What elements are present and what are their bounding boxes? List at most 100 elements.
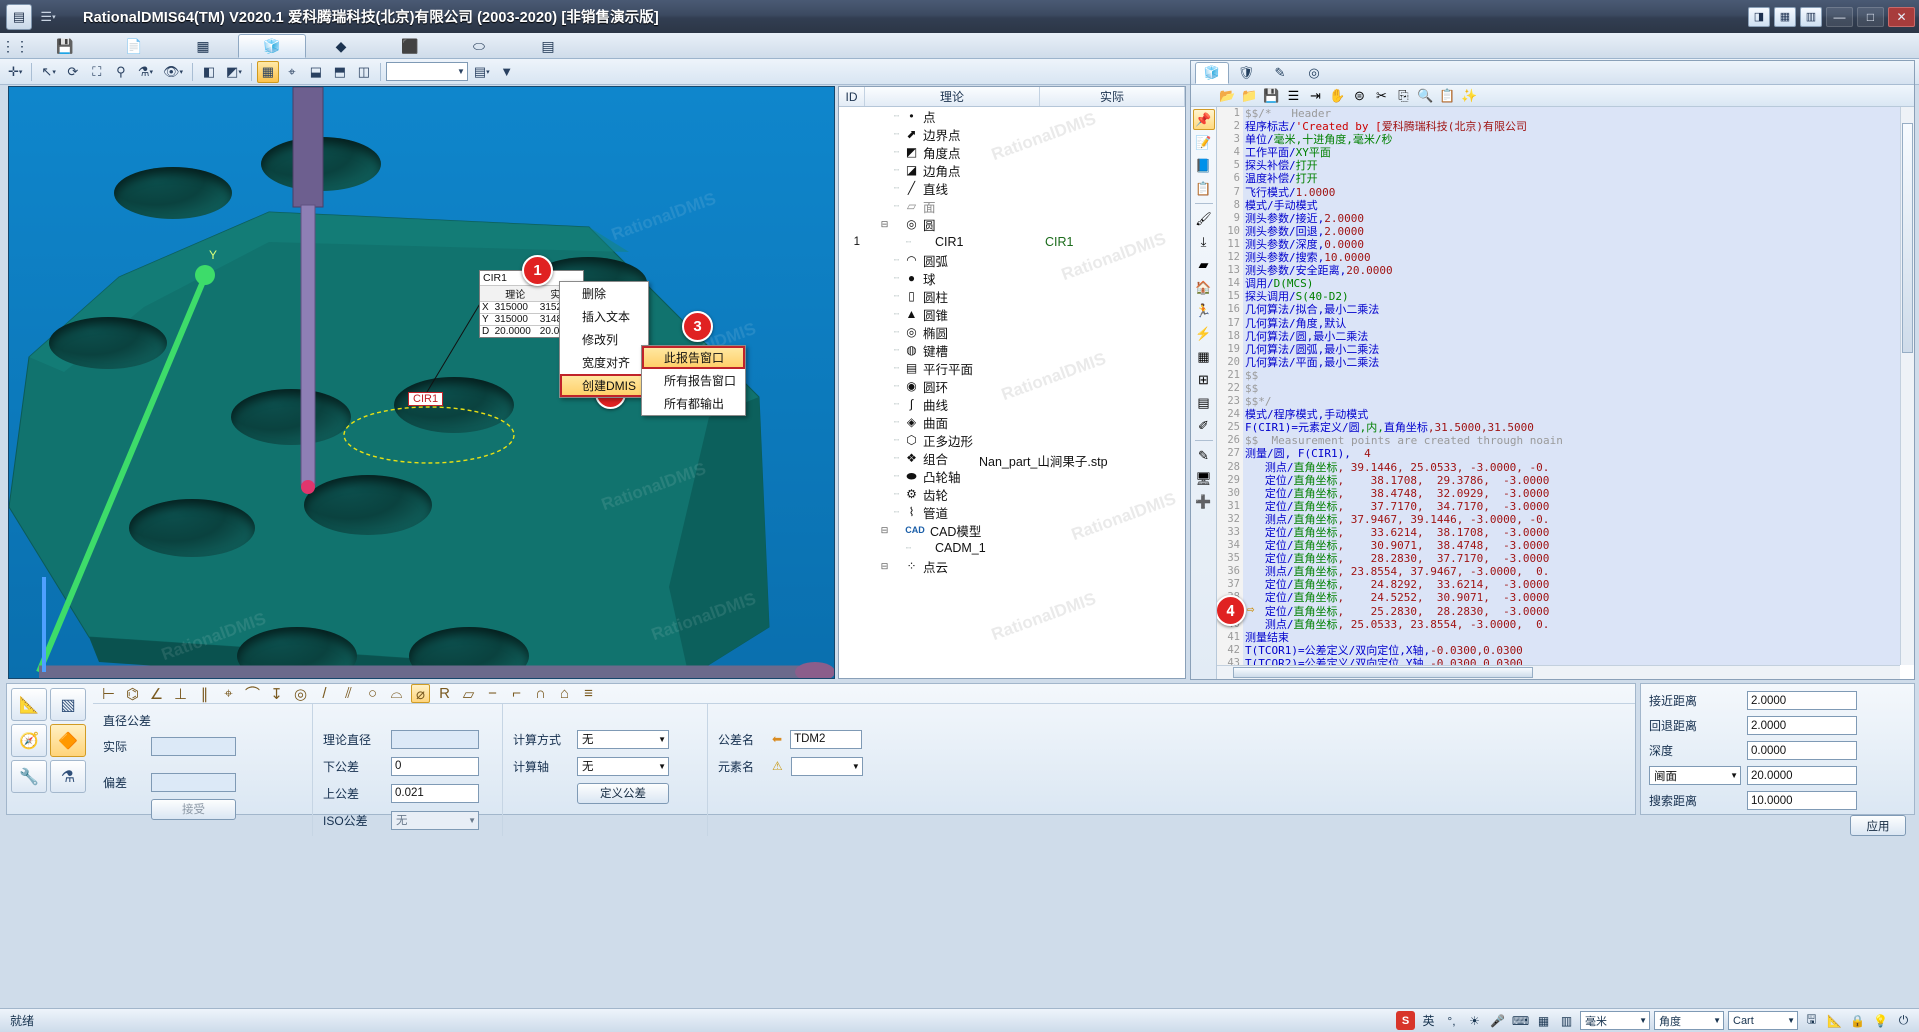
code-line[interactable]: 13 测头参数/安全距离,20.0000	[1217, 264, 1900, 278]
menu-item-this-report-window[interactable]: 此报告窗口	[642, 346, 745, 369]
shade-icon[interactable]: ◧	[198, 61, 220, 83]
code-line[interactable]: 21 $$	[1217, 368, 1900, 382]
download-icon[interactable]: ⤓	[1193, 231, 1215, 252]
tab-view3d[interactable]: 🧊	[238, 34, 306, 58]
context-menu-primary[interactable]: 删除 插入文本 修改列 宽度对齐 创建DMIS	[559, 281, 649, 398]
menu-dropdown-icon[interactable]: ☰ ▾	[35, 4, 61, 30]
gdt-symbol-0[interactable]: ⊢	[99, 684, 118, 703]
theory-diameter-input[interactable]	[391, 729, 479, 749]
run-icon[interactable]: 🏃	[1193, 300, 1215, 321]
tolerance-tool-icon[interactable]: 🔶	[50, 724, 86, 757]
pin-icon[interactable]: ⚲	[110, 61, 132, 83]
gdt-symbol-6[interactable]: ⌒	[243, 684, 262, 703]
titlebar-tool-3-icon[interactable]: ▥	[1800, 6, 1822, 27]
tree-node-25[interactable]: ⊟ ⁘ 点云	[839, 557, 1185, 575]
apps-icon[interactable]: ▥	[1557, 1011, 1576, 1030]
surface-mode-select[interactable]: 阃面 ▼	[1649, 766, 1741, 785]
code-line[interactable]: 32 测点/直角坐标, 37.9467, 39.1446, -3.0000, -…	[1217, 512, 1900, 526]
code-line[interactable]: 6 温度补偿/打开	[1217, 172, 1900, 186]
ruler-icon[interactable]: 📐	[11, 688, 47, 721]
monitor-icon[interactable]: 🖥	[1193, 468, 1215, 489]
close-button[interactable]: ✕	[1888, 6, 1915, 27]
microphone-icon[interactable]: 🎤	[1488, 1011, 1507, 1030]
3d-viewport[interactable]: Y X Z RationalDMIS RationalDMIS Rational…	[8, 86, 835, 679]
code-line[interactable]: 31 定位/直角坐标, 37.7170, 34.7170, -3.0000	[1217, 499, 1900, 513]
tab-report[interactable]: ▤	[514, 34, 582, 58]
layout-icon[interactable]: ◫	[353, 61, 375, 83]
code-line[interactable]: 25 F(CIR1)=元素定义/圆,内,直角坐标,31.5000,31.5000	[1217, 421, 1900, 435]
code-line[interactable]: 14 调用/D(MCS)	[1217, 277, 1900, 291]
code-line[interactable]: 7 飞行模式/1.0000	[1217, 185, 1900, 199]
search-icon[interactable]: 🔍	[1415, 86, 1436, 106]
edit-note-icon[interactable]: 📋	[1193, 178, 1215, 199]
gdt-symbol-11[interactable]: ○	[363, 684, 382, 703]
paste-icon[interactable]: 📋	[1437, 86, 1458, 106]
code-line[interactable]: 38 定位/直角坐标, 24.5252, 30.9071, -3.0000	[1217, 591, 1900, 605]
tree-node-7[interactable]: 1 ┈ CIR1 CIR1	[839, 233, 1185, 251]
tree-node-12[interactable]: ┈ ◎ 椭圆	[839, 323, 1185, 341]
tree-node-2[interactable]: ┈ ◩ 角度点	[839, 143, 1185, 161]
code-tab-program[interactable]: 🧊	[1195, 62, 1229, 84]
list-icon[interactable]: ☰	[1283, 86, 1304, 106]
retract-distance-input[interactable]: 2.0000	[1747, 716, 1857, 735]
gdt-symbol-1[interactable]: ⌬	[123, 684, 142, 703]
open-folder-add-icon[interactable]: 📁	[1239, 86, 1260, 106]
feature-tree-panel[interactable]: ID 理论 实际 ┈ • 点 ┈ ⬈ 边界点 ┈ ◩ 角度点 ┈ ◪ 边角点 ┈ ╱ 直线 ┈ ▱ 面 ⊟ ◎ 圆 1 ┈ C…	[838, 86, 1186, 679]
apply-button[interactable]: 应用	[1850, 815, 1906, 836]
tree-expander-icon[interactable]: ⊟	[879, 525, 890, 536]
tree-node-8[interactable]: ┈ ◠ 圆弧	[839, 251, 1185, 269]
tree-node-13[interactable]: ┈ ◍ 键槽	[839, 341, 1185, 359]
code-line[interactable]: 37 定位/直角坐标, 24.8292, 33.6214, -3.0000	[1217, 578, 1900, 592]
calc-method-select[interactable]: 无 ▼	[577, 729, 669, 749]
tree-node-3[interactable]: ┈ ◪ 边角点	[839, 161, 1185, 179]
depth-input[interactable]: 0.0000	[1747, 741, 1857, 760]
tab-probe[interactable]: ⬛	[376, 34, 444, 58]
zoom-window-icon[interactable]: ⛶	[86, 61, 108, 83]
code-line[interactable]: 42 T(TCOR1)=公差定义/双向定位,X轴,-0.0300,0.0300	[1217, 643, 1900, 657]
gdt-symbol-14[interactable]: R	[435, 684, 454, 703]
approach-distance-input[interactable]: 2.0000	[1747, 691, 1857, 710]
tab-grid[interactable]: ▦	[169, 34, 237, 58]
code-tab-shield[interactable]: 🛡	[1229, 62, 1263, 84]
plane-icon[interactable]: ▰	[1193, 254, 1215, 275]
code-line[interactable]: 11 测头参数/深度,0.0000	[1217, 237, 1900, 252]
code-line[interactable]: 9 测头参数/接近,2.0000	[1217, 211, 1900, 225]
save-icon[interactable]: 💾	[1261, 86, 1282, 106]
actual-input[interactable]	[151, 736, 236, 756]
measure-mode-icon[interactable]: ▦	[256, 60, 279, 83]
gdt-symbol-20[interactable]: ≡	[579, 684, 598, 703]
code-line[interactable]: 16 几何算法/拟合,最小二乘法	[1217, 303, 1900, 317]
tree-node-17[interactable]: ┈ ◈ 曲面	[839, 413, 1185, 431]
instrument-icon[interactable]: ⚗	[50, 760, 86, 793]
gdt-symbol-19[interactable]: ⌂	[555, 684, 574, 703]
gdt-symbol-3[interactable]: ⊥	[171, 684, 190, 703]
gdt-symbol-16[interactable]: −	[483, 684, 502, 703]
ime-lang-label[interactable]: 英	[1419, 1011, 1438, 1030]
ime-sun-icon[interactable]: ☀	[1465, 1011, 1484, 1030]
indent-icon[interactable]: ⇥	[1305, 86, 1326, 106]
target-icon[interactable]: ⌖	[281, 61, 303, 83]
person-icon[interactable]: ⚗ ▾	[134, 61, 157, 83]
code-line[interactable]: 33 定位/直角坐标, 33.6214, 38.1708, -3.0000	[1217, 526, 1900, 540]
gdt-symbol-15[interactable]: ▱	[459, 684, 478, 703]
code-line[interactable]: 30 定位/直角坐标, 38.4748, 32.0929, -3.0000	[1217, 486, 1900, 500]
select-arrow-icon[interactable]: ↖ ▾	[37, 61, 59, 83]
maximize-button[interactable]: □	[1857, 6, 1884, 27]
code-line[interactable]: 41 测量结束	[1217, 630, 1900, 644]
menu-item-create-dmis[interactable]: 创建DMIS	[560, 374, 648, 397]
lock-icon[interactable]: 🔒	[1848, 1011, 1867, 1030]
tab-file[interactable]: 💾	[31, 34, 99, 58]
code-line[interactable]: 17 几何算法/角度,默认	[1217, 316, 1900, 330]
open-folder-icon[interactable]: 📂	[1217, 86, 1238, 106]
gdt-symbol-2[interactable]: ∠	[147, 684, 166, 703]
code-tab-target[interactable]: ◎	[1297, 62, 1331, 84]
code-line[interactable]: 15 探头调用/S(40-D2)	[1217, 290, 1900, 304]
book-icon[interactable]: 📘	[1193, 155, 1215, 176]
gdt-symbol-18[interactable]: ∩	[531, 684, 550, 703]
add-element-icon[interactable]: ⊞	[1193, 369, 1215, 390]
code-line[interactable]: 5 探头补偿/打开	[1217, 159, 1900, 173]
code-line[interactable]: 19 几何算法/圆弧,最小二乘法	[1217, 342, 1900, 356]
titlebar-tool-1-icon[interactable]: ◨	[1748, 6, 1770, 27]
ime-logo-icon[interactable]: S	[1396, 1011, 1415, 1030]
tree-node-6[interactable]: ⊟ ◎ 圆	[839, 215, 1185, 233]
